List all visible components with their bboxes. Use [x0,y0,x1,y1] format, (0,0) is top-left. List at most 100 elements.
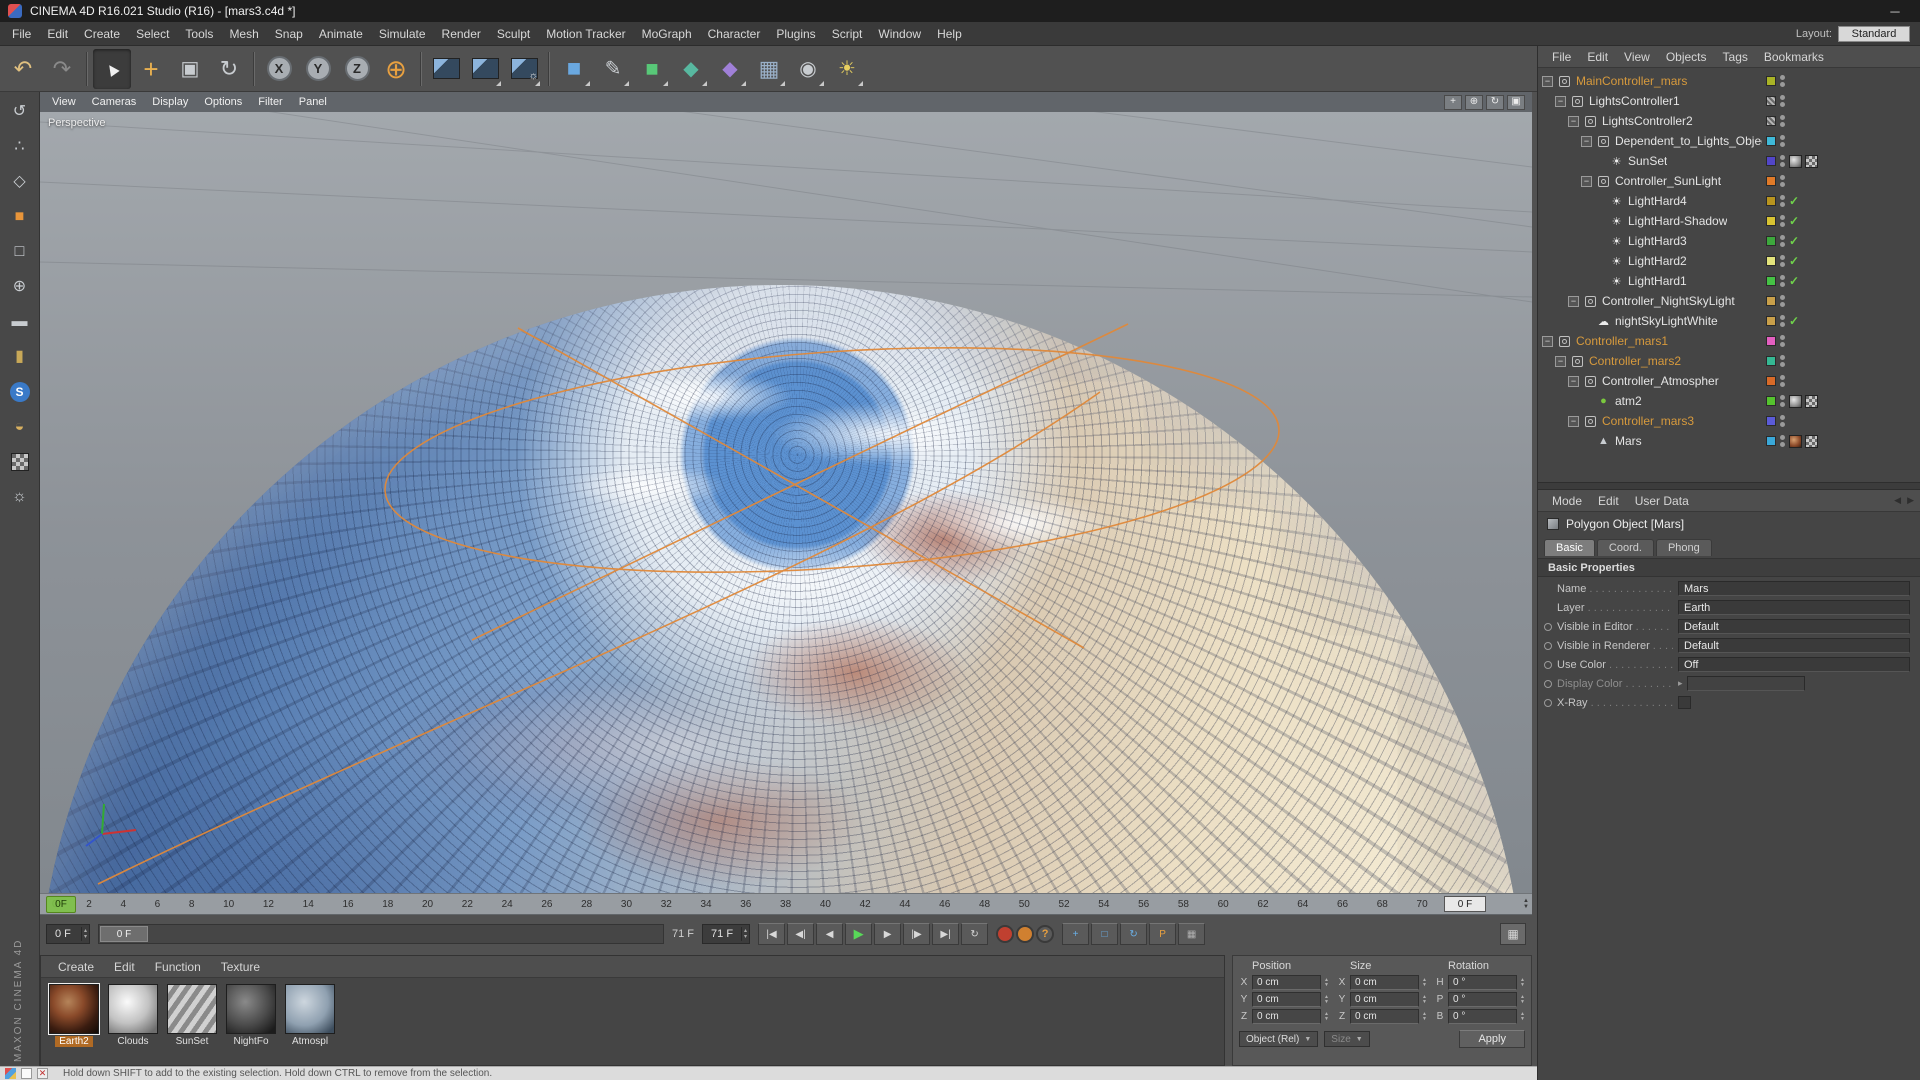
keyframe-selection-button[interactable]: ? [1036,925,1055,943]
menu-simulate[interactable]: Simulate [371,24,434,44]
layer-color-chip[interactable] [1766,236,1776,246]
live-selection-tool[interactable]: ▲ [93,48,131,89]
material-sunset[interactable]: SunSet [165,984,219,1047]
visibility-dots-icon[interactable] [1780,255,1785,267]
size-z-field[interactable]: 0 cm [1350,1009,1420,1024]
tree-item-controller-mars3[interactable]: − Controller_mars3 [1538,411,1920,431]
materials-menu-function[interactable]: Function [146,958,210,976]
viewport-menu-options[interactable]: Options [196,94,250,110]
visibility-dots-icon[interactable] [1780,235,1785,247]
object-mode-dropdown[interactable]: Object (Rel) ▼ [1239,1031,1319,1047]
layer-color-chip[interactable] [1766,276,1776,286]
visibility-dots-icon[interactable] [1780,95,1785,107]
menu-mesh[interactable]: Mesh [221,24,266,44]
checker-tag-icon[interactable] [1805,394,1818,408]
field-stepper-icons[interactable]: ▲ ▼ [1324,977,1329,988]
tree-item-mars[interactable]: ▲ Mars [1538,431,1920,451]
minimize-button[interactable]: ─ [1878,4,1912,19]
play-button[interactable]: ▶ [845,923,873,945]
field-stepper-icons[interactable]: ▲ ▼ [1422,1011,1427,1022]
add-generator-button[interactable]: ■ [633,49,671,89]
expander-icon[interactable]: − [1568,375,1579,387]
frame-slider[interactable]: 0 F [98,924,665,944]
layer-color-chip[interactable] [1766,396,1776,406]
expander-icon[interactable]: − [1568,115,1579,127]
menu-render[interactable]: Render [434,24,489,44]
anim-dot-icon[interactable] [1544,698,1552,707]
previous-key-button[interactable]: ◀| [787,923,815,945]
tree-item-controller-atmospher[interactable]: − Controller_Atmospher [1538,371,1920,391]
zoom-view-icon[interactable]: ⊕ [1465,94,1483,110]
orbit-view-icon[interactable]: ↻ [1486,94,1504,110]
visibility-dots-icon[interactable] [1780,395,1785,407]
current-frame-field[interactable]: 0 F ▴ ▾ [46,924,91,944]
taskbar-close-icon[interactable]: ✕ [37,1068,48,1079]
material-earth2[interactable]: Earth2 [47,983,101,1047]
field-stepper-icons[interactable]: ▲ ▼ [1324,1011,1329,1022]
x-ray-checkbox[interactable] [1678,696,1691,709]
menu-motion-tracker[interactable]: Motion Tracker [538,24,633,44]
expand-arrow-icon[interactable]: ▸ [1678,678,1683,689]
menu-create[interactable]: Create [76,24,128,44]
anim-dot-icon[interactable] [1544,641,1552,650]
expander-icon[interactable]: − [1555,355,1566,367]
visible-in-renderer-dropdown[interactable]: Default [1678,638,1910,653]
size-y-field[interactable]: 0 cm [1350,992,1420,1007]
viewport-menu-display[interactable]: Display [144,94,196,110]
panel-splitter[interactable] [1538,482,1920,490]
visibility-dots-icon[interactable] [1780,315,1785,327]
menu-file[interactable]: File [4,24,39,44]
am-back-icon[interactable]: ◀ [1894,495,1901,506]
snap-gear-icon[interactable]: ☼ [5,483,35,511]
range-end-field[interactable]: 71 F ▴ ▾ [702,924,751,944]
add-camera-button[interactable]: ◉ [789,49,827,89]
make-editable-icon[interactable]: ↺ [5,98,35,126]
size-x-field[interactable]: 0 cm [1350,975,1420,990]
layer-color-chip[interactable] [1766,296,1776,306]
tree-item-nightskylightwhite[interactable]: ☁ nightSkyLightWhite ✓ [1538,311,1920,331]
visibility-dots-icon[interactable] [1780,375,1785,387]
tree-item-dependent-to-lights-objects[interactable]: − Dependent_to_Lights_Objects [1538,131,1920,151]
rotation-b-field[interactable]: 0 ° [1448,1009,1518,1024]
polygon-mode-icon[interactable]: ■ [5,203,35,231]
layer-color-chip[interactable] [1766,76,1776,86]
field-stepper-icons[interactable]: ▲ ▼ [1422,977,1427,988]
om-menu-objects[interactable]: Objects [1658,48,1715,66]
lock-icon[interactable]: ▮ [5,343,35,371]
workplane-icon[interactable]: ▬ [5,308,35,336]
anim-dot-icon[interactable] [1544,622,1552,631]
menu-snap[interactable]: Snap [267,24,311,44]
tree-item-maincontroller-mars[interactable]: − MainController_mars [1538,71,1920,91]
materials-menu-edit[interactable]: Edit [105,958,144,976]
layout-select[interactable]: Standard [1838,25,1910,42]
edge-mode-icon[interactable]: ◇ [5,168,35,196]
visibility-dots-icon[interactable] [1780,355,1785,367]
expander-icon[interactable]: − [1542,75,1553,87]
goto-start-button[interactable]: |◀ [758,923,786,945]
om-menu-tags[interactable]: Tags [1715,48,1756,66]
visibility-dots-icon[interactable] [1780,155,1785,167]
om-menu-view[interactable]: View [1616,48,1658,66]
layer-color-chip[interactable] [1766,336,1776,346]
viewport-menu-filter[interactable]: Filter [250,94,290,110]
tree-item-lightscontroller2[interactable]: − LightsController2 [1538,111,1920,131]
layer-color-chip[interactable] [1766,216,1776,226]
timeline-ruler[interactable]: 0F 0246810121416182022242628303234363840… [40,893,1532,915]
visibility-dots-icon[interactable] [1780,195,1785,207]
expander-icon[interactable]: − [1581,175,1592,187]
expander-icon[interactable]: − [1568,295,1579,307]
layer-color-chip[interactable] [1766,156,1776,166]
layer-color-chip[interactable] [1766,136,1776,146]
taskbar-app-icon[interactable] [5,1068,16,1079]
autokey-button[interactable] [1016,925,1035,943]
layer-color-chip[interactable] [1766,316,1776,326]
tree-item-lighthard4[interactable]: ☀ LightHard4 ✓ [1538,191,1920,211]
use-color-dropdown[interactable]: Off [1678,657,1910,672]
frame-slider-handle[interactable]: 0 F [100,926,149,942]
position-z-field[interactable]: 0 cm [1252,1009,1322,1024]
layer-color-chip[interactable] [1766,116,1776,126]
tab-basic[interactable]: Basic [1544,539,1595,556]
visibility-dots-icon[interactable] [1780,175,1785,187]
key-scale-icon[interactable]: □ [1091,923,1119,945]
menu-tools[interactable]: Tools [177,24,221,44]
